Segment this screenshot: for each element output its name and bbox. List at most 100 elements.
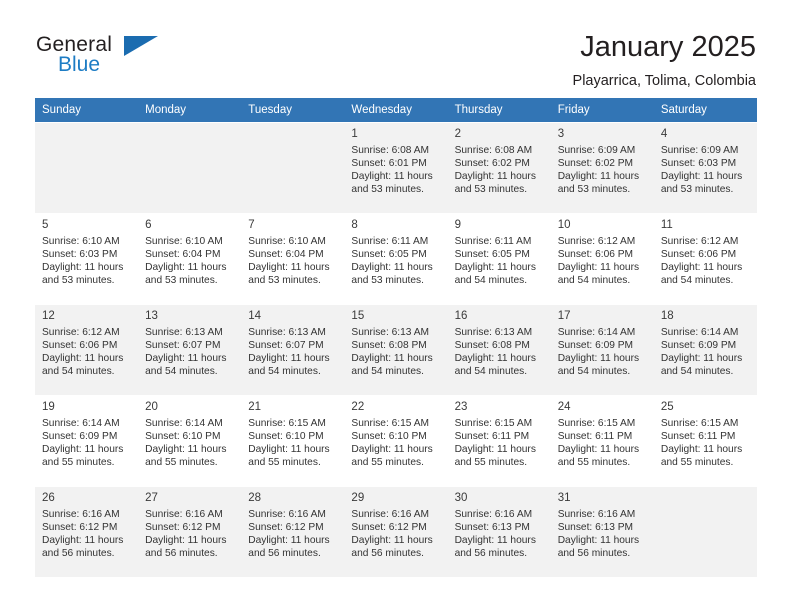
day-cell-inner: 15 Sunrise: 6:13 AM Sunset: 6:08 PM Dayli… [344,305,448,395]
weekday-header-tuesday: Tuesday [241,98,345,123]
calendar-week-row: 12 Sunrise: 6:12 AM Sunset: 6:06 PM Dayli… [35,304,757,396]
calendar-day-cell[interactable]: 8 Sunrise: 6:11 AM Sunset: 6:05 PM Daylig… [344,213,448,305]
calendar-day-cell[interactable]: 28 Sunrise: 6:16 AM Sunset: 6:12 PM Dayli… [241,486,345,577]
sun-info-text: Sunrise: 6:15 AM Sunset: 6:11 PM Dayligh… [660,418,743,469]
day-cell-inner: 9 Sunrise: 6:11 AM Sunset: 6:05 PM Daylig… [447,214,551,304]
calendar-day-cell[interactable]: 26 Sunrise: 6:16 AM Sunset: 6:12 PM Dayli… [35,486,139,577]
day-cell-inner: 3 Sunrise: 6:09 AM Sunset: 6:02 PM Daylig… [550,123,654,213]
sun-info-text: Sunrise: 6:13 AM Sunset: 6:07 PM Dayligh… [145,327,227,378]
sun-info-text: Sunrise: 6:13 AM Sunset: 6:08 PM Dayligh… [351,327,433,378]
day-cell-inner: 30 Sunrise: 6:16 AM Sunset: 6:13 PM Dayli… [447,487,551,577]
day-cell-inner [138,123,242,213]
sun-info-text: Sunrise: 6:16 AM Sunset: 6:12 PM Dayligh… [145,509,227,560]
day-cell-inner: 25 Sunrise: 6:15 AM Sunset: 6:11 PM Dayli… [653,396,757,486]
calendar-day-cell[interactable]: 31 Sunrise: 6:16 AM Sunset: 6:13 PM Dayli… [550,486,654,577]
calendar-week-row: 5 Sunrise: 6:10 AM Sunset: 6:03 PM Daylig… [35,213,757,305]
calendar-day-cell[interactable]: 18 Sunrise: 6:14 AM Sunset: 6:09 PM Dayli… [653,304,757,396]
day-number: 2 [454,128,461,140]
day-number: 9 [454,219,461,231]
day-cell-inner: 14 Sunrise: 6:13 AM Sunset: 6:07 PM Dayli… [241,305,345,395]
sun-info-text: Sunrise: 6:15 AM Sunset: 6:11 PM Dayligh… [454,418,536,469]
day-number: 10 [557,219,571,231]
calendar-day-cell[interactable]: 13 Sunrise: 6:13 AM Sunset: 6:07 PM Dayli… [138,304,242,396]
sun-info-text: Sunrise: 6:15 AM Sunset: 6:11 PM Dayligh… [557,418,640,469]
day-number: 11 [660,219,673,231]
day-cell-inner: 13 Sunrise: 6:13 AM Sunset: 6:07 PM Dayli… [138,305,242,395]
calendar-day-cell[interactable]: 27 Sunrise: 6:16 AM Sunset: 6:12 PM Dayli… [138,486,242,577]
day-cell-inner: 11 Sunrise: 6:12 AM Sunset: 6:06 PM Dayli… [653,214,757,304]
day-number: 21 [248,401,262,413]
calendar-day-cell[interactable]: 21 Sunrise: 6:15 AM Sunset: 6:10 PM Dayli… [241,395,345,487]
calendar-page: General Blue January 2025 Playarrica, To… [0,0,792,612]
calendar-empty-cell [35,122,139,214]
sun-info-text: Sunrise: 6:08 AM Sunset: 6:02 PM Dayligh… [454,145,536,196]
sun-info-text: Sunrise: 6:16 AM Sunset: 6:12 PM Dayligh… [42,509,124,560]
brand-logo[interactable]: General Blue [36,30,166,76]
sun-info-text: Sunrise: 6:10 AM Sunset: 6:04 PM Dayligh… [145,236,227,287]
calendar-day-cell[interactable]: 6 Sunrise: 6:10 AM Sunset: 6:04 PM Daylig… [138,213,242,305]
day-number: 24 [557,401,571,413]
sun-info-text: Sunrise: 6:16 AM Sunset: 6:13 PM Dayligh… [454,509,536,560]
sun-info-text: Sunrise: 6:14 AM Sunset: 6:09 PM Dayligh… [557,327,640,378]
calendar-day-cell[interactable]: 24 Sunrise: 6:15 AM Sunset: 6:11 PM Dayli… [550,395,654,487]
calendar-day-cell[interactable]: 23 Sunrise: 6:15 AM Sunset: 6:11 PM Dayli… [447,395,551,487]
day-number: 30 [454,492,468,504]
day-cell-inner: 20 Sunrise: 6:14 AM Sunset: 6:10 PM Dayli… [138,396,242,486]
calendar-day-cell[interactable]: 1 Sunrise: 6:08 AM Sunset: 6:01 PM Daylig… [344,122,448,214]
sun-info-text: Sunrise: 6:10 AM Sunset: 6:04 PM Dayligh… [248,236,330,287]
day-number: 13 [145,310,158,322]
day-cell-inner: 26 Sunrise: 6:16 AM Sunset: 6:12 PM Dayli… [35,487,139,577]
day-cell-inner: 10 Sunrise: 6:12 AM Sunset: 6:06 PM Dayli… [550,214,654,304]
calendar-day-cell[interactable]: 4 Sunrise: 6:09 AM Sunset: 6:03 PM Daylig… [653,122,757,214]
day-number: 28 [248,492,262,504]
calendar-day-cell[interactable]: 15 Sunrise: 6:13 AM Sunset: 6:08 PM Dayli… [344,304,448,396]
calendar-day-cell[interactable]: 29 Sunrise: 6:16 AM Sunset: 6:12 PM Dayli… [344,486,448,577]
calendar-empty-cell [653,486,757,577]
calendar-day-cell[interactable]: 2 Sunrise: 6:08 AM Sunset: 6:02 PM Daylig… [447,122,551,214]
day-cell-inner: 12 Sunrise: 6:12 AM Sunset: 6:06 PM Dayli… [35,305,139,395]
calendar-empty-cell [138,122,242,214]
day-cell-inner: 24 Sunrise: 6:15 AM Sunset: 6:11 PM Dayli… [550,396,654,486]
calendar-day-cell[interactable]: 16 Sunrise: 6:13 AM Sunset: 6:08 PM Dayli… [447,304,551,396]
sun-info-text: Sunrise: 6:13 AM Sunset: 6:07 PM Dayligh… [248,327,330,378]
calendar-day-cell[interactable]: 20 Sunrise: 6:14 AM Sunset: 6:10 PM Dayli… [138,395,242,487]
day-number: 23 [454,401,468,413]
calendar-day-cell[interactable]: 7 Sunrise: 6:10 AM Sunset: 6:04 PM Daylig… [241,213,345,305]
calendar-day-cell[interactable]: 5 Sunrise: 6:10 AM Sunset: 6:03 PM Daylig… [35,213,139,305]
calendar-day-cell[interactable]: 30 Sunrise: 6:16 AM Sunset: 6:13 PM Dayli… [447,486,551,577]
calendar-day-cell[interactable]: 9 Sunrise: 6:11 AM Sunset: 6:05 PM Daylig… [447,213,551,305]
weekday-header-monday: Monday [138,98,242,123]
day-number: 14 [248,310,262,322]
calendar-day-cell[interactable]: 14 Sunrise: 6:13 AM Sunset: 6:07 PM Dayli… [241,304,345,396]
sun-info-text: Sunrise: 6:13 AM Sunset: 6:08 PM Dayligh… [454,327,536,378]
blue-triangle-flag-icon [124,36,158,56]
day-number: 15 [351,310,365,322]
day-cell-inner: 31 Sunrise: 6:16 AM Sunset: 6:13 PM Dayli… [550,487,654,577]
location-subtitle: Playarrica, Tolima, Colombia [572,73,756,89]
weekday-header-thursday: Thursday [447,98,551,123]
calendar-day-cell[interactable]: 22 Sunrise: 6:15 AM Sunset: 6:10 PM Dayli… [344,395,448,487]
sun-info-text: Sunrise: 6:16 AM Sunset: 6:13 PM Dayligh… [557,509,640,560]
sun-info-text: Sunrise: 6:09 AM Sunset: 6:02 PM Dayligh… [557,145,640,196]
day-number: 6 [145,219,152,231]
day-number: 29 [351,492,365,504]
day-cell-inner: 23 Sunrise: 6:15 AM Sunset: 6:11 PM Dayli… [447,396,551,486]
calendar-day-cell[interactable]: 17 Sunrise: 6:14 AM Sunset: 6:09 PM Dayli… [550,304,654,396]
sun-info-text: Sunrise: 6:11 AM Sunset: 6:05 PM Dayligh… [351,236,433,287]
day-number: 26 [42,492,55,504]
day-number: 1 [351,128,358,140]
calendar-day-cell[interactable]: 3 Sunrise: 6:09 AM Sunset: 6:02 PM Daylig… [550,122,654,214]
sun-info-text: Sunrise: 6:14 AM Sunset: 6:10 PM Dayligh… [145,418,227,469]
day-cell-inner: 18 Sunrise: 6:14 AM Sunset: 6:09 PM Dayli… [653,305,757,395]
day-cell-inner: 29 Sunrise: 6:16 AM Sunset: 6:12 PM Dayli… [344,487,448,577]
day-cell-inner: 4 Sunrise: 6:09 AM Sunset: 6:03 PM Daylig… [653,123,757,213]
calendar-day-cell[interactable]: 12 Sunrise: 6:12 AM Sunset: 6:06 PM Dayli… [35,304,139,396]
calendar-day-cell[interactable]: 11 Sunrise: 6:12 AM Sunset: 6:06 PM Dayli… [653,213,757,305]
sun-info-text: Sunrise: 6:08 AM Sunset: 6:01 PM Dayligh… [351,145,433,196]
calendar-day-cell[interactable]: 25 Sunrise: 6:15 AM Sunset: 6:11 PM Dayli… [653,395,757,487]
day-number: 20 [145,401,158,413]
sun-info-text: Sunrise: 6:12 AM Sunset: 6:06 PM Dayligh… [660,236,743,287]
day-cell-inner: 19 Sunrise: 6:14 AM Sunset: 6:09 PM Dayli… [35,396,139,486]
calendar-day-cell[interactable]: 10 Sunrise: 6:12 AM Sunset: 6:06 PM Dayli… [550,213,654,305]
calendar-day-cell[interactable]: 19 Sunrise: 6:14 AM Sunset: 6:09 PM Dayli… [35,395,139,487]
